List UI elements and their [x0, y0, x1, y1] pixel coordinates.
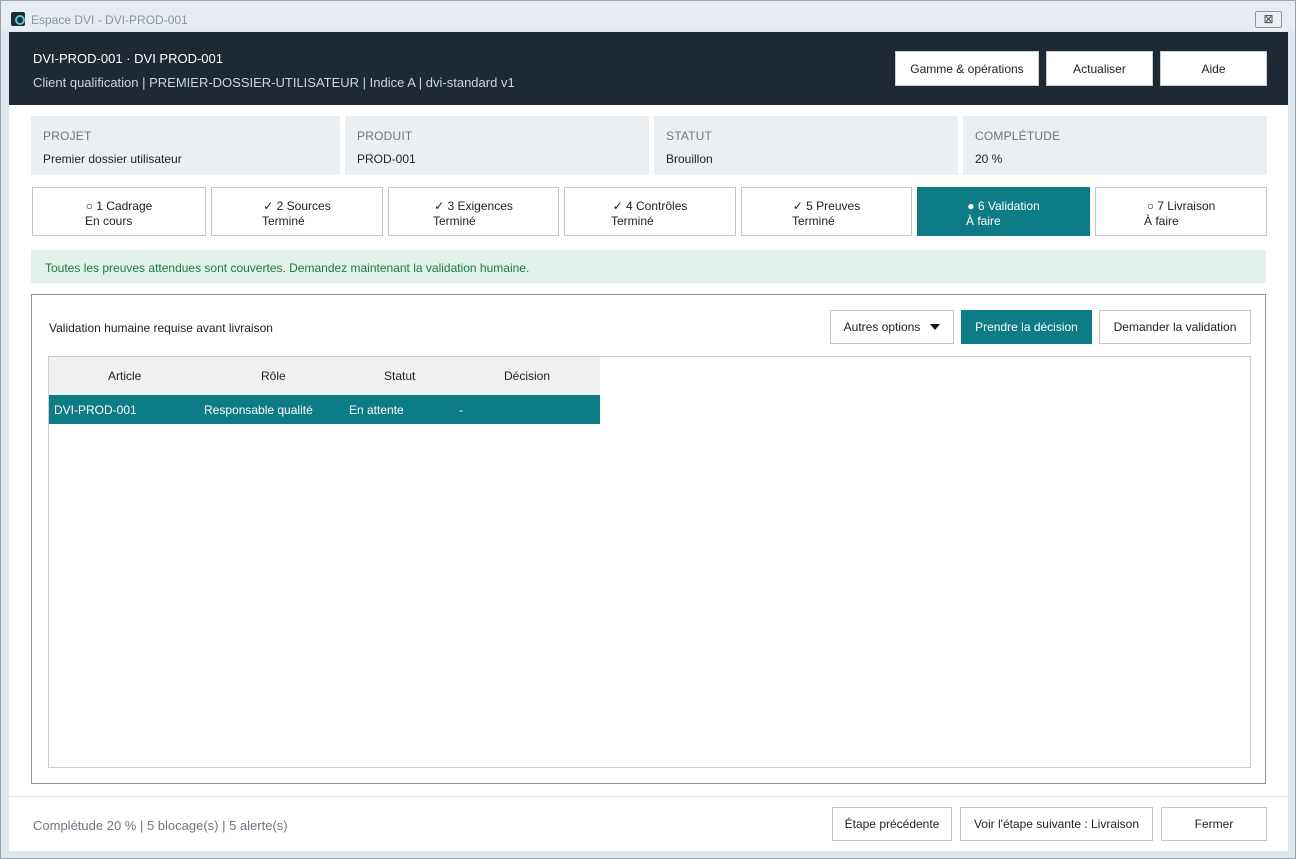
step-status: Terminé: [262, 214, 305, 228]
step-tab-exigences[interactable]: ✓ 3 Exigences Terminé: [388, 187, 559, 236]
window-title: Espace DVI - DVI-PROD-001: [31, 13, 188, 27]
footer-status: Complétude 20 % | 5 blocage(s) | 5 alert…: [33, 818, 288, 833]
column-header-role[interactable]: Rôle: [261, 369, 286, 383]
table-header: Article Rôle Statut Décision: [49, 357, 600, 395]
step-title: ○ 7 Livraison: [1146, 199, 1216, 213]
step-title: ✓ 5 Preuves: [792, 199, 861, 213]
step-tab-livraison[interactable]: ○ 7 Livraison À faire: [1095, 187, 1267, 236]
app-window: Espace DVI - DVI-PROD-001 ⊠ DVI-PROD-001…: [0, 0, 1296, 859]
step-title: ✓ 4 Contrôles: [612, 199, 688, 213]
take-decision-button[interactable]: Prendre la décision: [961, 310, 1092, 344]
column-header-decision[interactable]: Décision: [504, 369, 550, 383]
gamme-operations-button[interactable]: Gamme & opérations: [895, 51, 1039, 86]
step-status: En cours: [85, 214, 133, 228]
validation-panel: Validation humaine requise avant livrais…: [31, 294, 1266, 784]
caret-down-icon: [930, 324, 941, 330]
cell-article: DVI-PROD-001: [54, 403, 137, 417]
info-card-statut: STATUT Brouillon: [654, 116, 958, 175]
info-value: Brouillon: [666, 152, 713, 166]
column-header-article[interactable]: Article: [108, 369, 141, 383]
info-label: PROJET: [43, 129, 92, 143]
step-status: À faire: [966, 214, 1001, 228]
column-header-statut[interactable]: Statut: [384, 369, 415, 383]
dossier-subtitle: Client qualification | PREMIER-DOSSIER-U…: [33, 75, 515, 90]
dossier-title: DVI-PROD-001 · DVI PROD-001: [33, 51, 223, 66]
step-tab-cadrage[interactable]: ○ 1 Cadrage En cours: [32, 187, 206, 236]
step-tab-validation[interactable]: ● 6 Validation À faire: [917, 187, 1090, 236]
window-close-button[interactable]: ⊠: [1255, 11, 1282, 28]
step-status: À faire: [1144, 214, 1179, 228]
info-label: PRODUIT: [357, 129, 413, 143]
cell-role: Responsable qualité: [204, 403, 313, 417]
app-logo-icon: [11, 12, 25, 26]
table-row[interactable]: DVI-PROD-001 Responsable qualité En atte…: [49, 395, 600, 424]
next-step-button[interactable]: Voir l'étape suivante : Livraison: [960, 807, 1153, 841]
panel-title: Validation humaine requise avant livrais…: [49, 321, 273, 335]
step-tab-sources[interactable]: ✓ 2 Sources Terminé: [211, 187, 383, 236]
info-card-produit: PRODUIT PROD-001: [345, 116, 649, 175]
request-validation-button[interactable]: Demander la validation: [1099, 310, 1251, 344]
main-panel: PROJET Premier dossier utilisateur PRODU…: [9, 105, 1288, 796]
help-button[interactable]: Aide: [1160, 51, 1267, 86]
validation-table: Article Rôle Statut Décision DVI-PROD-00…: [48, 356, 1251, 768]
step-tab-preuves[interactable]: ✓ 5 Preuves Terminé: [741, 187, 912, 236]
info-value: 20 %: [975, 152, 1003, 166]
title-bar[interactable]: Espace DVI - DVI-PROD-001 ⊠: [1, 1, 1295, 31]
step-tab-controles[interactable]: ✓ 4 Contrôles Terminé: [564, 187, 736, 236]
step-status: Terminé: [611, 214, 654, 228]
info-label: COMPLÉTUDE: [975, 129, 1061, 143]
info-value: Premier dossier utilisateur: [43, 152, 182, 166]
banner-message: Toutes les preuves attendues sont couver…: [45, 261, 530, 275]
info-card-completude: COMPLÉTUDE 20 %: [963, 116, 1267, 175]
more-options-label: Autres options: [843, 320, 921, 334]
dossier-header: DVI-PROD-001 · DVI PROD-001 Client quali…: [9, 32, 1288, 105]
refresh-button[interactable]: Actualiser: [1046, 51, 1153, 86]
cell-decision: -: [459, 403, 463, 417]
info-label: STATUT: [666, 129, 713, 143]
step-title: ✓ 2 Sources: [263, 199, 331, 213]
info-value: PROD-001: [357, 152, 416, 166]
more-options-dropdown[interactable]: Autres options: [830, 310, 954, 344]
step-title: ✓ 3 Exigences: [434, 199, 513, 213]
info-card-projet: PROJET Premier dossier utilisateur: [31, 116, 340, 175]
step-status: Terminé: [433, 214, 476, 228]
close-button[interactable]: Fermer: [1161, 807, 1267, 841]
step-status: Terminé: [792, 214, 835, 228]
step-title: ○ 1 Cadrage: [85, 199, 153, 213]
step-title: ● 6 Validation: [967, 199, 1040, 213]
info-banner: Toutes les preuves attendues sont couver…: [31, 250, 1266, 283]
footer-bar: Complétude 20 % | 5 blocage(s) | 5 alert…: [9, 797, 1288, 851]
previous-step-button[interactable]: Étape précédente: [832, 807, 952, 841]
cell-statut: En attente: [349, 403, 404, 417]
